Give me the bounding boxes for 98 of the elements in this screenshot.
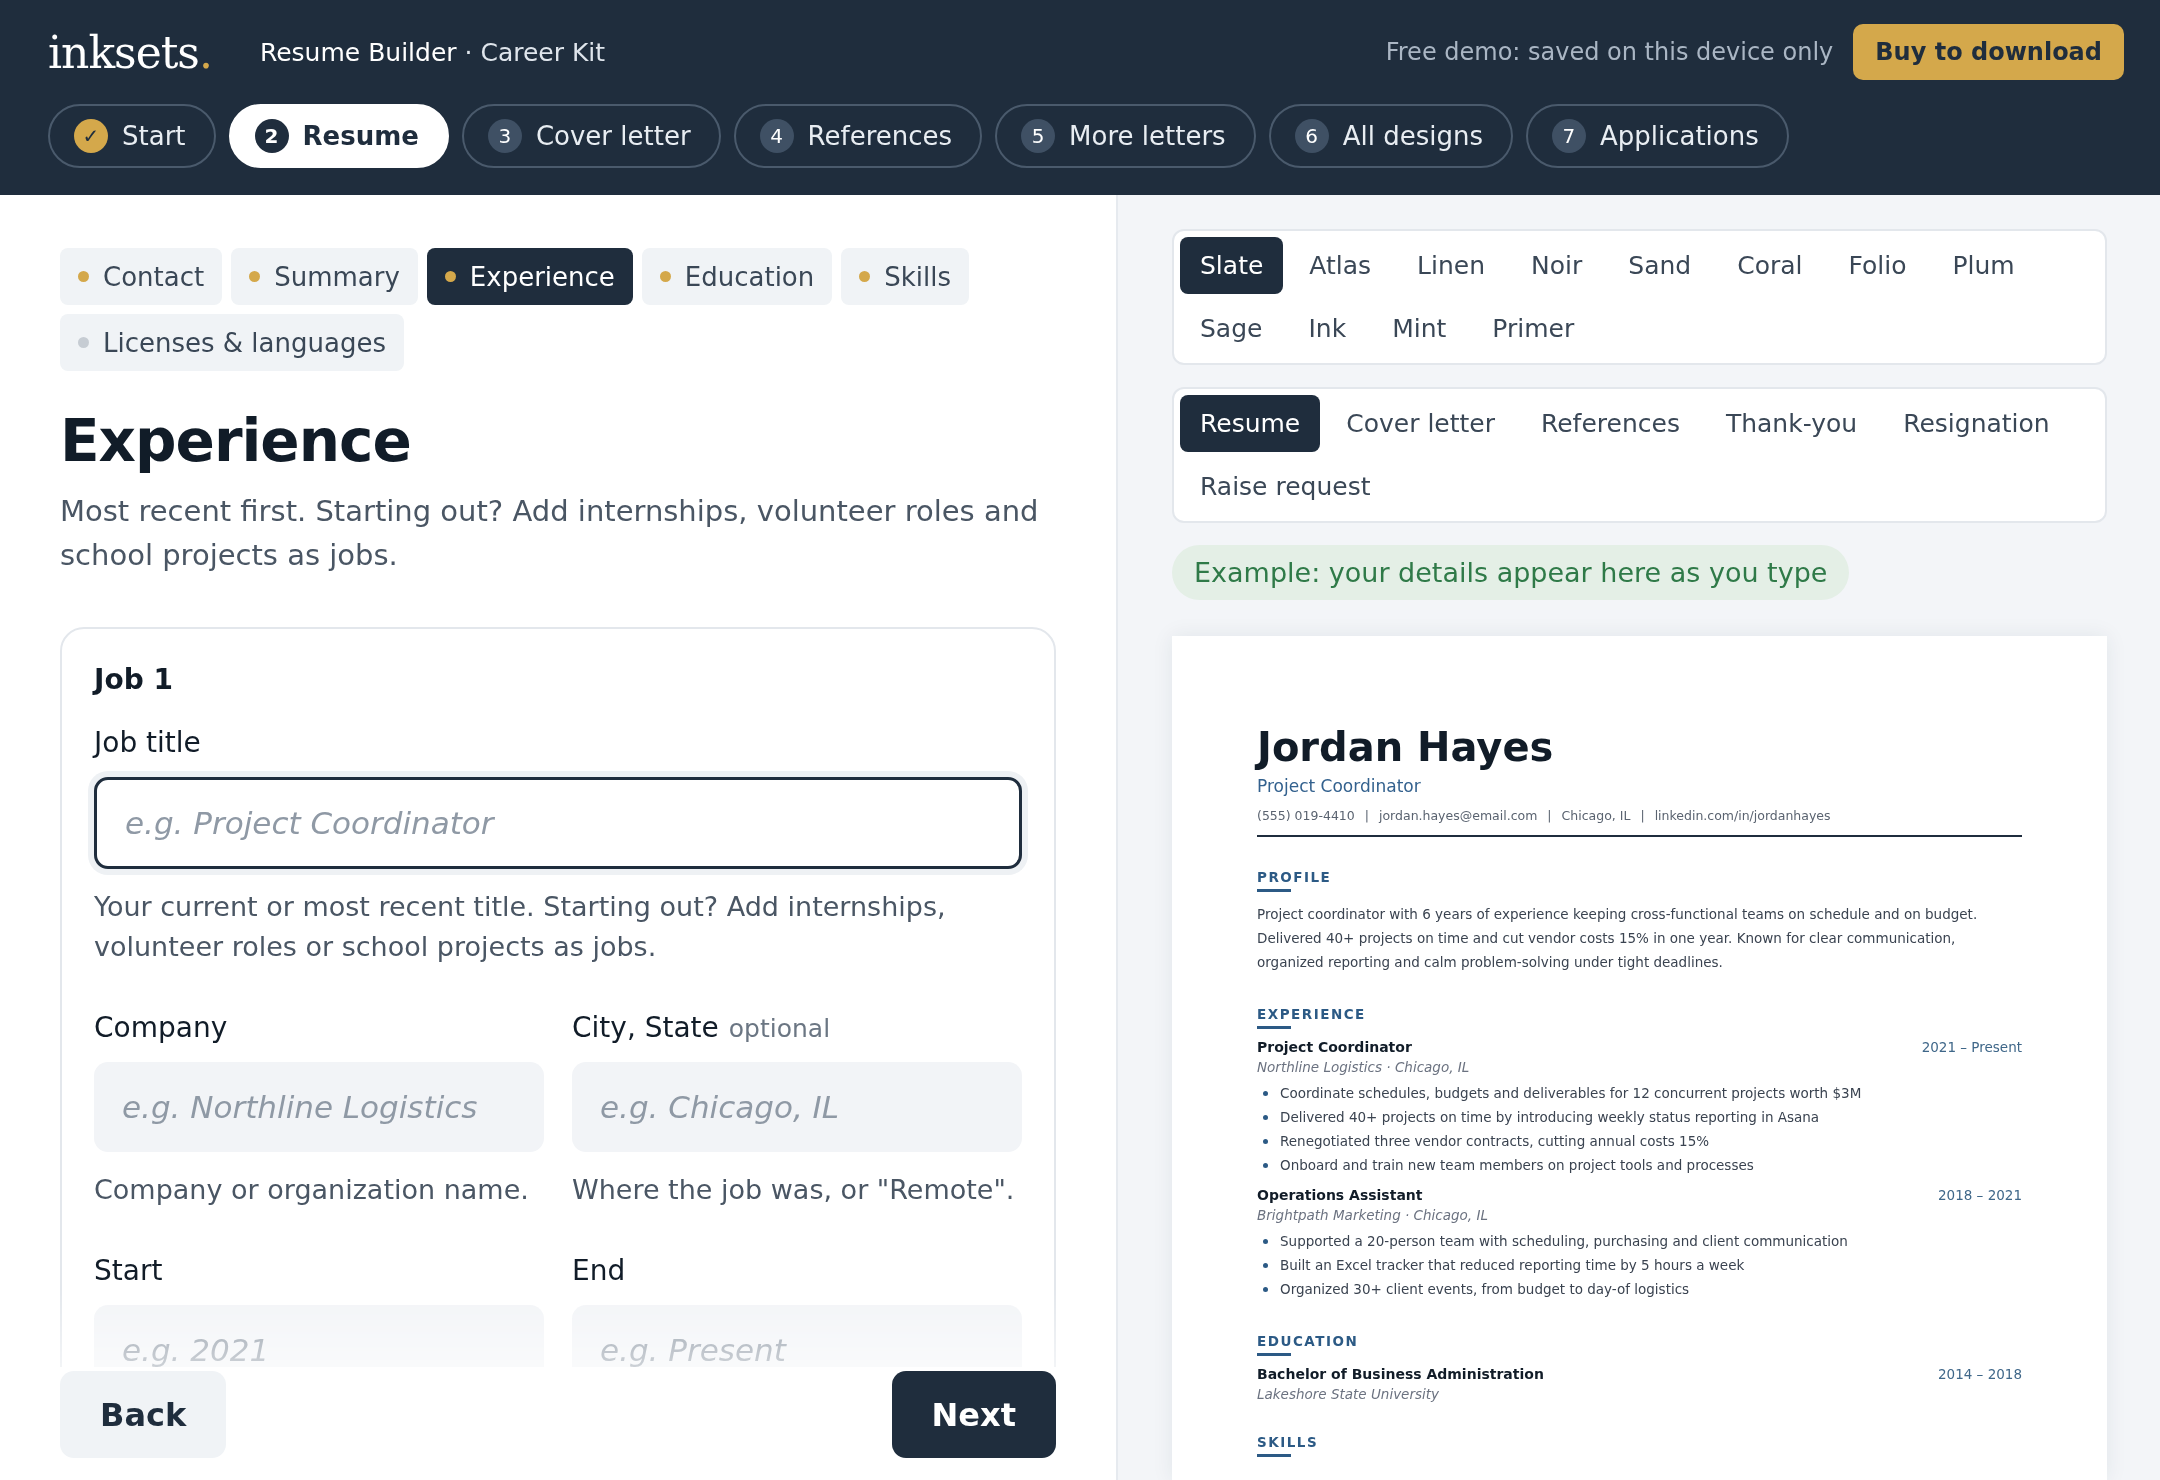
separator: | (1640, 808, 1645, 823)
job-dates: 2021 – Present (1921, 1039, 2022, 1055)
input-field[interactable]: e.g. Chicago, IL (572, 1062, 1022, 1152)
next-button[interactable]: Next (891, 1371, 1056, 1458)
school: Lakeshore State University (1257, 1386, 1441, 1402)
step-number: 2 (254, 119, 289, 153)
page-heading: Experience (60, 407, 412, 475)
step-number: 3 (487, 119, 522, 153)
section-heading: EDUCATION (1257, 1333, 1360, 1349)
intro-text: Most recent first. Starting out? Add internships, volunteer roles and school projects as jobs. (60, 493, 1040, 574)
step-tab[interactable]: 5 More letters (995, 104, 1256, 168)
design-tab[interactable]: Slate (1180, 237, 1284, 294)
field-label: City, State (572, 1011, 719, 1044)
input-field[interactable]: e.g. Present (572, 1305, 1022, 1367)
example-note: Example: your details appear here as you type (1172, 545, 1850, 600)
input-field[interactable]: e.g. 2021 (94, 1305, 544, 1367)
design-tab[interactable]: Coral (1717, 237, 1823, 294)
logo: inksets. (48, 26, 212, 78)
field-label: Job title (94, 726, 202, 759)
document-tab[interactable]: Cover letter (1326, 395, 1515, 452)
field-hint: Your current or most recent title. Starting out? Add internships, volunteer roles or school projects as jobs. (94, 890, 947, 964)
job-heading: Job 1 (94, 663, 174, 696)
design-tab[interactable]: Sand (1608, 237, 1712, 294)
job-bullet: Built an Excel tracker that reduced reporting time by 5 hours a week (1280, 1256, 1745, 1275)
document-tab[interactable]: References (1521, 395, 1700, 452)
contact-info: jordan.hayes@email.com (1379, 808, 1538, 823)
step-tab[interactable]: 6 All designs (1268, 104, 1513, 168)
contact-info: linkedin.com/in/jordanhayes (1654, 808, 1831, 823)
buy-button[interactable]: Buy to download (1853, 24, 2124, 80)
field-hint: Where the job was, or "Remote". (572, 1173, 1016, 1207)
design-tab[interactable]: Noir (1511, 237, 1603, 294)
back-button[interactable]: Back (60, 1371, 227, 1458)
step-tab[interactable]: ✓ Start (48, 104, 216, 168)
degree-dates: 2014 – 2018 (1937, 1366, 2022, 1382)
job-bullet: Renegotiated three vendor contracts, cutting annual costs 15% (1280, 1132, 1710, 1151)
field-label: Company (94, 1011, 229, 1044)
bullet-icon (1263, 1239, 1268, 1244)
field-label: End (572, 1254, 627, 1287)
bullet-icon (1263, 1091, 1268, 1096)
document-tab[interactable]: Resume (1180, 395, 1321, 452)
step-number: 7 (1551, 119, 1586, 153)
job-bullet: Onboard and train new team members on project tools and processes (1280, 1156, 1754, 1175)
job-bullet: Delivered 40+ projects on time by introducing weekly status reporting in Asana (1280, 1108, 1820, 1127)
section-tab[interactable]: Contact (60, 248, 223, 305)
job-bullet: Organized 30+ client events, from budget to day-of logistics (1280, 1280, 1690, 1299)
section-tab[interactable]: Summary (231, 248, 418, 305)
bullet-icon (1263, 1139, 1268, 1144)
field-hint: Company or organization name. (94, 1173, 530, 1207)
job-title: Project Coordinator (1257, 1039, 1412, 1055)
section-tab[interactable]: Education (641, 248, 833, 305)
job-employer: Northline Logistics · Chicago, IL (1257, 1059, 1471, 1075)
step-number: 4 (759, 119, 794, 153)
profile-text: Project coordinator with 6 years of experience keeping cross-functional teams on schedule and on budget. Delivered 40+ projects on time and cut vendor costs 15% in one year. Known for clear communication, organized reporting and calm problem-solving under tight deadlines. (1257, 905, 1979, 972)
design-tab[interactable]: Primer (1472, 300, 1595, 357)
document-tab[interactable]: Raise request (1180, 458, 1391, 515)
separator: | (1547, 808, 1552, 823)
section-heading: PROFILE (1257, 869, 1333, 885)
check-badge: ✓ (74, 119, 108, 153)
field-label: Start (94, 1254, 164, 1287)
product-title: Resume Builder · Career Kit (259, 37, 606, 67)
bullet-icon (1263, 1163, 1268, 1168)
document-tab[interactable]: Thank-you (1705, 395, 1878, 452)
job-bullet: Coordinate schedules, budgets and deliverables for 12 concurrent projects worth $3M (1280, 1084, 1862, 1103)
section-heading: EXPERIENCE (1257, 1006, 1367, 1022)
contact-info: (555) 019-4410 (1257, 808, 1355, 823)
section-tab[interactable]: Licenses & languages (60, 314, 404, 371)
separator: | (1364, 808, 1369, 823)
design-tab[interactable]: Folio (1828, 237, 1927, 294)
design-tab[interactable]: Atlas (1289, 237, 1392, 294)
input-field[interactable]: e.g. Northline Logistics (94, 1062, 544, 1152)
design-tab[interactable]: Plum (1932, 237, 2035, 294)
design-tab[interactable]: Linen (1397, 237, 1506, 294)
step-number: 5 (1021, 119, 1056, 153)
input-field[interactable]: e.g. Project Coordinator (94, 777, 1022, 869)
job-title: Operations Assistant (1257, 1187, 1423, 1203)
bullet-icon (1263, 1287, 1268, 1292)
design-tab[interactable]: Mint (1372, 300, 1467, 357)
demo-note: Free demo: saved on this device only (1385, 38, 1834, 66)
document-tab[interactable]: Resignation (1883, 395, 2070, 452)
job-bullet: Supported a 20-person team with scheduling, purchasing and client communication (1280, 1232, 1848, 1251)
contact-info: Chicago, IL (1561, 808, 1631, 823)
section-tab[interactable]: Skills (841, 248, 970, 305)
section-heading: SKILLS (1257, 1434, 1320, 1450)
step-number: 6 (1294, 119, 1329, 153)
section-tab[interactable]: Experience (426, 248, 633, 305)
job-dates: 2018 – 2021 (1937, 1187, 2022, 1203)
step-tab[interactable]: 7 Applications (1525, 104, 1789, 168)
job-employer: Brightpath Marketing · Chicago, IL (1257, 1207, 1489, 1223)
bullet-icon (1263, 1115, 1268, 1120)
design-tab[interactable]: Ink (1288, 300, 1367, 357)
degree: Bachelor of Business Administration (1257, 1366, 1544, 1382)
step-tab[interactable]: 2 Resume (228, 104, 449, 168)
optional-label: optional (728, 1014, 831, 1043)
step-tab[interactable]: 3 Cover letter (461, 104, 721, 168)
design-tab[interactable]: Sage (1180, 300, 1283, 357)
step-tab[interactable]: 4 References (733, 104, 983, 168)
bullet-icon (1263, 1263, 1268, 1268)
resume-role: Project Coordinator (1257, 776, 1422, 796)
